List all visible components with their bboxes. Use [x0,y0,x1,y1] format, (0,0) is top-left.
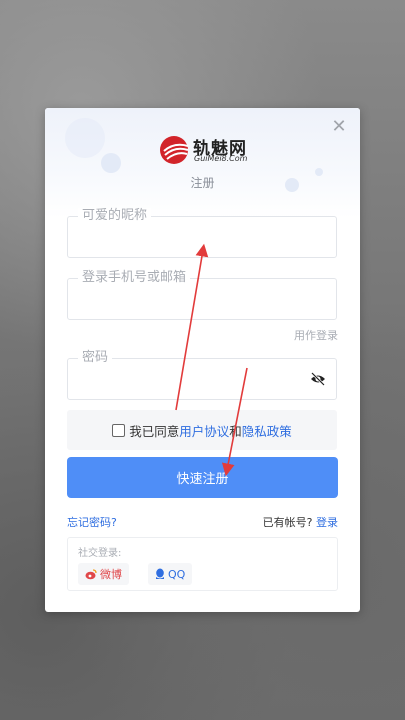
forgot-password-link[interactable]: 忘记密码? [67,514,117,530]
site-logo: 轨魅网 GuiMei8.Com [159,134,249,166]
password-label: 密码 [78,350,113,366]
qq-icon [156,568,164,579]
privacy-link[interactable]: 隐私政策 [242,421,292,440]
logo-domain: GuiMei8.Com [194,154,248,163]
social-login-label: 社交登录: [78,548,122,559]
weibo-icon [85,568,97,579]
register-dialog: ✕ 轨魅网 GuiMei8.Com 注册 可爱的昵称 登录手机号或邮箱 用作登录… [45,108,360,612]
login-link[interactable]: 登录 [316,516,338,529]
password-field[interactable]: 密码 [67,350,337,400]
account-hint: 用作登录 [294,329,338,342]
social-login: 社交登录: 微博 QQ [67,537,338,591]
terms-link[interactable]: 用户协议 [179,421,229,440]
nickname-field[interactable]: 可爱的昵称 [67,208,337,258]
agreement-row: 我已同意 用户协议 和 隐私政策 [67,410,337,450]
logo-mark-icon [160,136,189,164]
agree-checkbox[interactable] [112,423,126,437]
nickname-label: 可爱的昵称 [78,208,152,224]
eye-slash-icon[interactable] [310,372,326,386]
qq-login-button[interactable]: QQ [148,563,193,585]
register-button[interactable]: 快速注册 [67,457,338,498]
have-account-text: 已有帐号? [262,516,313,529]
dialog-subtitle: 注册 [190,176,215,190]
account-field[interactable]: 登录手机号或邮箱 [67,270,337,320]
agree-prefix: 我已同意 [129,423,180,439]
weibo-login-button[interactable]: 微博 [78,563,129,585]
weibo-label: 微博 [100,568,122,581]
have-account: 已有帐号? 登录 [263,514,338,530]
qq-label: QQ [168,567,186,581]
close-icon[interactable]: ✕ [330,118,348,136]
account-label: 登录手机号或邮箱 [78,270,191,286]
agree-and: 和 [229,423,242,439]
